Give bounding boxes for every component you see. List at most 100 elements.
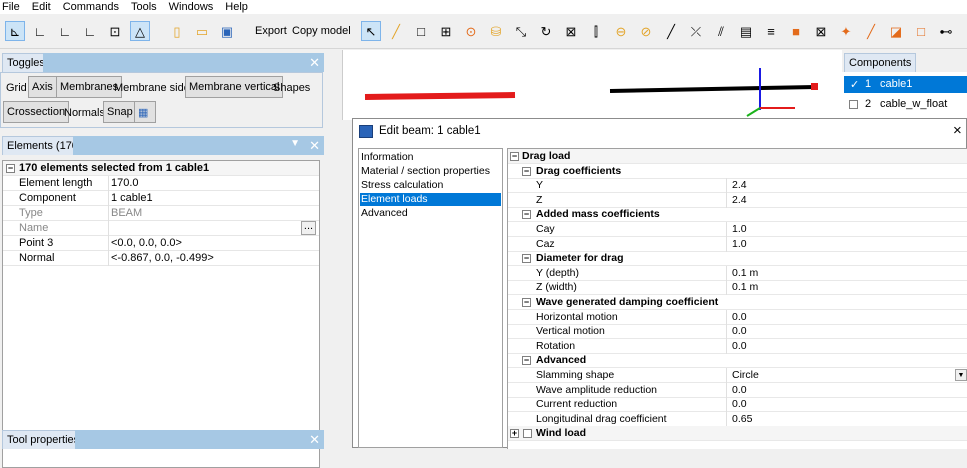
grid-value[interactable]: Circle (732, 369, 759, 381)
collapse-icon[interactable]: − (522, 210, 531, 220)
collapse-icon[interactable]: − (6, 164, 15, 173)
save-icon[interactable]: ▣ (217, 21, 237, 41)
grid-label: Advanced (536, 354, 587, 367)
delete-box-icon[interactable]: ⊠ (811, 21, 831, 41)
new-file-icon[interactable]: ▯ (167, 21, 187, 41)
node-tool-icon[interactable]: ⊙ (461, 21, 481, 41)
perspective-icon[interactable]: △ (130, 21, 150, 41)
grid-tool-icon[interactable]: ⊞ (436, 21, 456, 41)
grid-value[interactable]: 2.4 (732, 179, 747, 191)
close-icon[interactable]: × (953, 122, 962, 139)
select-cursor-icon[interactable]: ↖ (361, 21, 381, 41)
list-item[interactable]: 2 cable_w_float (844, 96, 967, 113)
edit-line-icon[interactable]: ╱ (861, 21, 881, 41)
components-panel: Components ✓ 1 cable1 2 cable_w_float (842, 50, 967, 120)
grid-value[interactable]: 1.0 (732, 223, 747, 235)
nav-advanced[interactable]: Advanced (360, 207, 501, 220)
diagonal-tool-icon[interactable]: ╱ (661, 21, 681, 41)
menu-tools[interactable]: Tools (131, 1, 157, 13)
toggle-membranes[interactable]: Membranes (56, 76, 123, 98)
toggle-membrane-vertical[interactable]: Membrane vertical (185, 76, 284, 98)
section-tool-icon[interactable]: ⊘ (636, 21, 656, 41)
view-xy-icon[interactable]: ∟ (80, 21, 100, 41)
toggle-axis[interactable]: Axis (28, 76, 57, 98)
cylinder-tool-icon[interactable]: ⛁ (486, 21, 506, 41)
stack-tool-icon[interactable]: ≡ (761, 21, 781, 41)
mirror-tool-icon[interactable]: ⫿ (586, 21, 606, 41)
nav-information[interactable]: Information (360, 151, 501, 164)
toggle-snap[interactable]: Snap (103, 101, 137, 123)
grid-value[interactable]: 0.0 (732, 384, 747, 396)
collapse-icon[interactable]: − (522, 166, 531, 176)
grid-value[interactable]: 0.1 m (732, 267, 758, 279)
line-tool-icon[interactable]: ╱ (386, 21, 406, 41)
nav-stress-calculation[interactable]: Stress calculation (360, 179, 501, 192)
grid-label: Longitudinal drag coefficient (536, 412, 667, 425)
dropdown-icon[interactable]: ▼ (290, 138, 300, 149)
scale-tool-icon[interactable]: ⊠ (561, 21, 581, 41)
nav-element-loads[interactable]: Element loads (360, 193, 501, 206)
collapse-icon[interactable]: − (522, 254, 531, 264)
grid-value[interactable]: 0.1 m (732, 281, 758, 293)
grid-label: Vertical motion (536, 325, 605, 338)
close-icon[interactable]: ✕ (309, 138, 320, 154)
grid-value[interactable]: 1.0 (732, 238, 747, 250)
edit-box-icon[interactable]: ◪ (886, 21, 906, 41)
move-tool-icon[interactable]: ⤡ (511, 21, 531, 41)
components-tab[interactable]: Components (844, 53, 917, 72)
grid-row: Caz 1.0 (508, 236, 967, 252)
orange-box-icon[interactable]: ■ (786, 21, 806, 41)
view-yz-icon[interactable]: ∟ (55, 21, 75, 41)
model-viewport[interactable] (325, 50, 842, 120)
close-icon[interactable]: ✕ (309, 432, 320, 448)
grid-value[interactable]: 0.0 (732, 340, 747, 352)
toggle-crossection[interactable]: Crossection (3, 101, 70, 123)
axis-view-icon[interactable]: ⊾ (5, 21, 25, 41)
close-icon[interactable]: ✕ (309, 55, 320, 71)
pipe-tool-icon[interactable]: ⊖ (611, 21, 631, 41)
menu-edit[interactable]: Edit (32, 1, 51, 13)
collapse-icon[interactable]: − (510, 152, 519, 161)
copy-model-button[interactable]: Copy model (292, 25, 351, 37)
link-icon[interactable]: ⊷ (936, 21, 956, 41)
toggle-membrane-side[interactable]: Membrane side (114, 82, 190, 94)
collapse-icon[interactable]: − (522, 298, 531, 307)
expand-icon[interactable]: + (510, 429, 519, 439)
frame-icon[interactable]: □ (911, 21, 931, 41)
snap-settings-icon[interactable]: ▦ (134, 101, 156, 123)
toggle-shapes[interactable]: Shapes (273, 82, 310, 94)
menu-windows[interactable]: Windows (169, 1, 214, 13)
collapse-icon[interactable]: − (522, 356, 531, 366)
grid-value[interactable]: 0.65 (732, 413, 752, 425)
tool-properties-tab[interactable]: Tool properties (2, 430, 85, 449)
view-xz-icon[interactable]: ∟ (30, 21, 50, 41)
rotate-tool-icon[interactable]: ↻ (536, 21, 556, 41)
menu-help[interactable]: Help (225, 1, 248, 13)
nav-material-section[interactable]: Material / section properties (360, 165, 501, 178)
menu-file[interactable]: File (2, 1, 20, 13)
parallel-tool-icon[interactable]: ⫽ (711, 21, 731, 41)
y-axis (746, 107, 761, 117)
rect-tool-icon[interactable]: □ (411, 21, 431, 41)
name-ellipsis-button[interactable]: ... (301, 221, 316, 235)
toggle-normals[interactable]: Normals (64, 107, 105, 119)
grid-divider (726, 338, 727, 354)
hatch-tool-icon[interactable]: ▤ (736, 21, 756, 41)
wind-load-checkbox[interactable] (523, 429, 532, 439)
grid-value[interactable]: 0.0 (732, 398, 747, 410)
add-node-icon[interactable]: ✦ (836, 21, 856, 41)
grid-label: Slamming shape (536, 369, 615, 381)
fit-view-icon[interactable]: ⊡ (105, 21, 125, 41)
grid-value[interactable]: 2.4 (732, 194, 747, 206)
list-item[interactable]: ✓ 1 cable1 (844, 76, 967, 93)
toggle-grid[interactable]: Grid (6, 82, 27, 94)
checkbox-icon[interactable] (849, 100, 858, 109)
grid-value[interactable]: 0.0 (732, 311, 747, 323)
export-button[interactable]: Export (255, 25, 287, 37)
grid-value[interactable]: 0.0 (732, 325, 747, 337)
split-tool-icon[interactable]: ⤫ (686, 21, 706, 41)
checked-icon[interactable]: ✓ (850, 78, 859, 91)
open-folder-icon[interactable]: ▭ (192, 21, 212, 41)
menu-commands[interactable]: Commands (63, 1, 119, 13)
dropdown-arrow-icon[interactable]: ▼ (955, 369, 967, 381)
